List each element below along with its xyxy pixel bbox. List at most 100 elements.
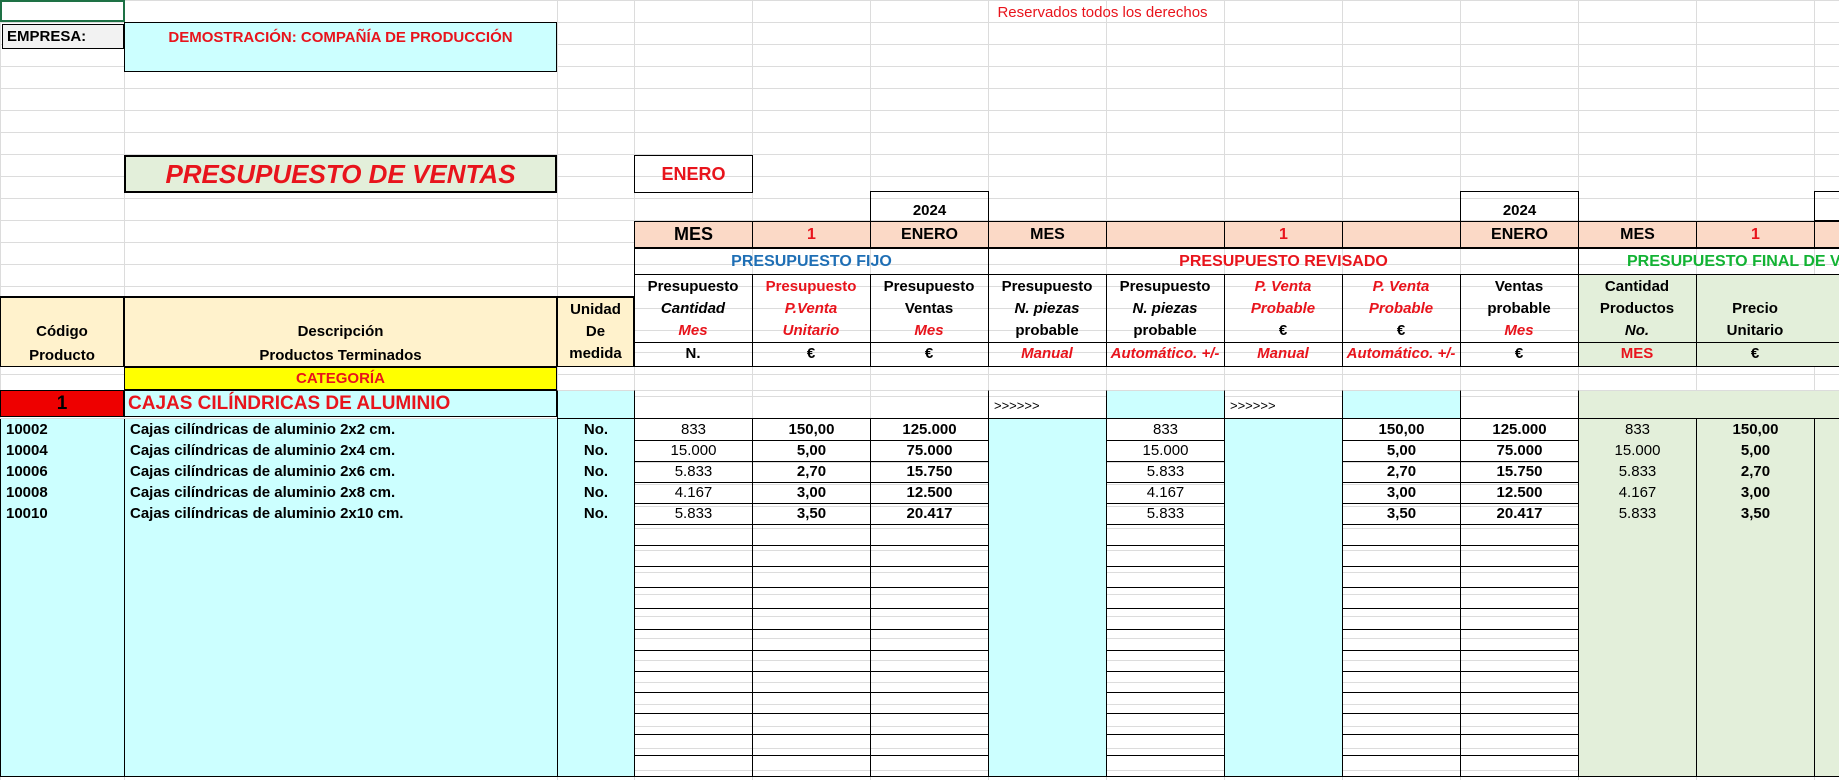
cell-empty[interactable] — [1814, 671, 1839, 693]
cell-code[interactable]: 10006 — [0, 461, 125, 483]
cell-fin-price[interactable]: 3,50 — [1696, 503, 1815, 525]
cell-price[interactable]: 150,00 — [752, 419, 871, 441]
cell-qty[interactable] — [634, 713, 753, 735]
cell-desc[interactable]: Cajas cilíndricas de aluminio 2x10 cm. — [124, 503, 558, 525]
cell-rev-price[interactable] — [1342, 692, 1461, 714]
cell-rev-qty[interactable] — [1106, 692, 1225, 714]
cell-rev-sales[interactable] — [1460, 734, 1579, 756]
cell-empty[interactable] — [1814, 524, 1839, 546]
cell-empty[interactable] — [1224, 587, 1343, 609]
mes-number-3[interactable]: 1 — [1696, 221, 1815, 248]
cell-fin-qty[interactable] — [1578, 650, 1697, 672]
cell-fin-qty[interactable] — [1578, 608, 1697, 630]
cell-qty[interactable] — [634, 650, 753, 672]
cell-rev-sales[interactable] — [1460, 650, 1579, 672]
cell-empty[interactable] — [1224, 755, 1343, 777]
cell-fin-qty[interactable]: 833 — [1578, 419, 1697, 441]
cell-unit[interactable] — [557, 566, 635, 588]
cell-empty[interactable] — [1224, 482, 1343, 504]
cell-code[interactable] — [0, 713, 125, 735]
cell-rev-price[interactable]: 150,00 — [1342, 419, 1461, 441]
cell-empty[interactable] — [1814, 503, 1839, 525]
cell-code[interactable] — [0, 545, 125, 567]
cell-code[interactable] — [0, 650, 125, 672]
cell-code[interactable]: 10002 — [0, 419, 125, 441]
cell-rev-price[interactable] — [1342, 650, 1461, 672]
cell-sales[interactable] — [870, 671, 989, 693]
cell-empty[interactable] — [1224, 419, 1343, 441]
cell-unit[interactable] — [557, 671, 635, 693]
category-name[interactable]: CAJAS CILÍNDRICAS DE ALUMINIO — [124, 390, 557, 417]
category-number[interactable]: 1 — [0, 390, 124, 417]
cell-unit[interactable] — [557, 692, 635, 714]
cell-qty[interactable] — [634, 755, 753, 777]
cell-fin-qty[interactable] — [1578, 629, 1697, 651]
cell-desc[interactable] — [124, 755, 558, 777]
cell-sales[interactable] — [870, 587, 989, 609]
selected-cell[interactable] — [0, 0, 125, 22]
cell-code[interactable]: 10008 — [0, 482, 125, 504]
cell-price[interactable] — [752, 755, 871, 777]
cell-price[interactable] — [752, 608, 871, 630]
cell-qty[interactable]: 5.833 — [634, 461, 753, 483]
cell-sales[interactable] — [870, 650, 989, 672]
cell-empty[interactable] — [988, 629, 1107, 651]
cell-empty[interactable] — [1224, 713, 1343, 735]
cell-fin-qty[interactable] — [1578, 524, 1697, 546]
cell-rev-sales[interactable]: 75.000 — [1460, 440, 1579, 462]
cell-unit[interactable] — [557, 734, 635, 756]
cell-rev-qty[interactable]: 4.167 — [1106, 482, 1225, 504]
cell-rev-qty[interactable] — [1106, 713, 1225, 735]
cell-price[interactable] — [752, 671, 871, 693]
cell-sales[interactable] — [870, 692, 989, 714]
cell-sales[interactable] — [870, 734, 989, 756]
cell-code[interactable] — [0, 608, 125, 630]
cell-rev-price[interactable] — [1342, 545, 1461, 567]
cell-rev-sales[interactable] — [1460, 629, 1579, 651]
cell-fin-price[interactable]: 150,00 — [1696, 419, 1815, 441]
cell-empty[interactable] — [988, 755, 1107, 777]
cell-empty[interactable] — [988, 482, 1107, 504]
cell-rev-price[interactable] — [1342, 524, 1461, 546]
cell-rev-qty[interactable] — [1106, 650, 1225, 672]
cell-desc[interactable] — [124, 629, 558, 651]
cell-code[interactable] — [0, 629, 125, 651]
cell-price[interactable] — [752, 566, 871, 588]
cell-rev-price[interactable] — [1342, 587, 1461, 609]
month-selector[interactable]: ENERO — [634, 155, 753, 193]
cell-fin-qty[interactable]: 4.167 — [1578, 482, 1697, 504]
cell-fin-qty[interactable] — [1578, 566, 1697, 588]
cell-fin-qty[interactable]: 5.833 — [1578, 461, 1697, 483]
cell-qty[interactable] — [634, 545, 753, 567]
cell-empty[interactable] — [1224, 545, 1343, 567]
cell-empty[interactable] — [1814, 566, 1839, 588]
cell-rev-price[interactable]: 5,00 — [1342, 440, 1461, 462]
cell-qty[interactable] — [634, 629, 753, 651]
company-name[interactable]: DEMOSTRACIÓN: COMPAÑÍA DE PRODUCCIÓN — [124, 22, 557, 72]
cell-sales[interactable] — [870, 713, 989, 735]
cell-rev-price[interactable] — [1342, 608, 1461, 630]
cell-qty[interactable] — [634, 608, 753, 630]
cell-qty[interactable] — [634, 734, 753, 756]
cell-rev-price[interactable]: 2,70 — [1342, 461, 1461, 483]
cell-empty[interactable] — [1224, 503, 1343, 525]
cell-empty[interactable] — [988, 440, 1107, 462]
cell-code[interactable] — [0, 755, 125, 777]
cell-rev-qty[interactable]: 5.833 — [1106, 461, 1225, 483]
cell-unit[interactable] — [557, 650, 635, 672]
cell-rev-sales[interactable] — [1460, 608, 1579, 630]
cell-code[interactable]: 10010 — [0, 503, 125, 525]
cell-desc[interactable]: Cajas cilíndricas de aluminio 2x4 cm. — [124, 440, 558, 462]
cell-fin-qty[interactable]: 15.000 — [1578, 440, 1697, 462]
cell-qty[interactable] — [634, 692, 753, 714]
cell-empty[interactable] — [1814, 713, 1839, 735]
cell-fin-qty[interactable] — [1578, 734, 1697, 756]
cell-unit[interactable] — [557, 524, 635, 546]
cell-rev-price[interactable] — [1342, 755, 1461, 777]
cell-empty[interactable] — [988, 671, 1107, 693]
cell-fin-price[interactable]: 2,70 — [1696, 461, 1815, 483]
cell-fin-price[interactable] — [1696, 524, 1815, 546]
cell-sales[interactable]: 75.000 — [870, 440, 989, 462]
cell-fin-price[interactable] — [1696, 545, 1815, 567]
cell-price[interactable] — [752, 629, 871, 651]
